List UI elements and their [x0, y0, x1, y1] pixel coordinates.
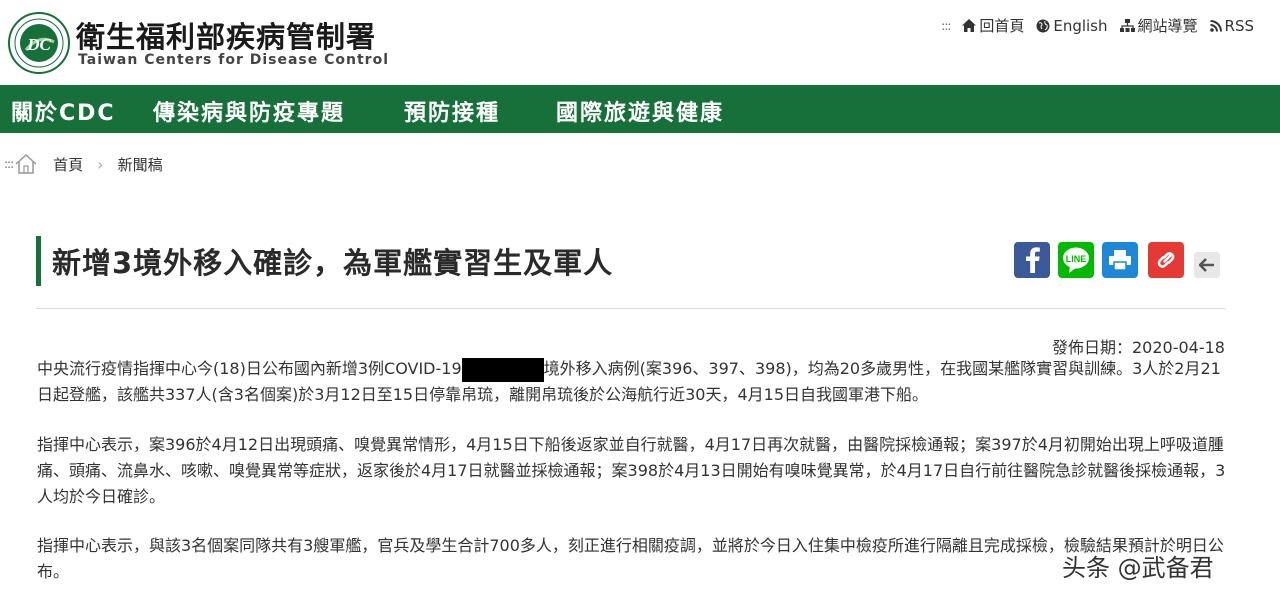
article-paragraph-1: 中央流行疫情指揮中心今(18)日公布國內新增3例COVID-19 境外移入病例(案… — [37, 356, 1227, 408]
nav-item-travel-health[interactable]: 國際旅遊與健康 — [556, 95, 724, 127]
site-header: DC 衛生福利部疾病管制署 Taiwan Centers for Disease… — [0, 0, 1280, 85]
home-link[interactable]: 回首頁 — [962, 15, 1024, 36]
link-icon — [1157, 252, 1175, 268]
sitemap-link-label: 網站導覽 — [1137, 17, 1198, 35]
article-paragraph-2: 指揮中心表示，案396於4月12日出現頭痛、嗅覺異常情形，4月15日下船後返家並… — [37, 435, 1226, 506]
nav-item-about-cdc[interactable]: 關於CDC — [11, 95, 116, 127]
breadcrumb: ::: 首頁 › 新聞稿 — [4, 152, 163, 176]
sitemap-link[interactable]: 網站導覽 — [1119, 15, 1198, 36]
rss-icon — [1209, 19, 1222, 32]
facebook-share-button[interactable] — [1014, 242, 1050, 278]
svg-text:DC: DC — [26, 35, 51, 54]
line-icon: LINE — [1063, 247, 1089, 273]
org-name-cn: 衛生福利部疾病管制署 — [76, 20, 377, 54]
back-button[interactable] — [1194, 252, 1220, 278]
arrow-left-icon — [1199, 258, 1214, 272]
home-outline-icon — [15, 154, 37, 174]
print-button[interactable] — [1102, 242, 1138, 278]
svg-text:LINE: LINE — [1066, 254, 1087, 264]
top-links: ::: 回首頁 English 網站導覽 RSS — [941, 15, 1254, 36]
english-link-label: English — [1053, 16, 1108, 35]
nav-item-vaccination[interactable]: 預防接種 — [404, 95, 500, 127]
home-icon — [962, 19, 977, 32]
print-icon — [1109, 250, 1131, 271]
facebook-icon — [1026, 247, 1040, 273]
rss-link[interactable]: RSS — [1209, 16, 1254, 35]
main-nav: 關於CDC 傳染病與防疫專題 預防接種 國際旅遊與健康 — [0, 85, 1280, 133]
title-accent-bar — [36, 236, 41, 286]
accesskey-dots[interactable]: ::: — [941, 19, 951, 33]
page-title: 新增3境外移入確診，為軍艦實習生及軍人 — [52, 246, 614, 280]
copy-link-button[interactable] — [1148, 242, 1184, 278]
breadcrumb-dots[interactable]: ::: — [4, 157, 14, 171]
publish-date: 發佈日期：2020-04-18 — [1052, 338, 1225, 357]
watermark: 头条 @武备君 — [1062, 554, 1214, 582]
breadcrumb-home[interactable]: 首頁 — [53, 154, 83, 175]
redaction-block — [461, 357, 544, 382]
line-share-button[interactable]: LINE — [1058, 242, 1094, 278]
breadcrumb-separator: › — [97, 154, 104, 174]
sitemap-icon — [1119, 19, 1135, 32]
breadcrumb-news[interactable]: 新聞稿 — [118, 154, 163, 175]
cdc-logo[interactable]: DC — [8, 12, 70, 74]
rss-link-label: RSS — [1224, 16, 1254, 35]
paragraph-1-start: 中央流行疫情指揮中心今(18)日公布國內新增3例COVID-19 — [37, 359, 462, 378]
globe-icon — [1036, 19, 1050, 32]
article-paragraph-3: 指揮中心表示，與該3名個案同隊共有3艘軍艦，官兵及學生合計700多人，刻正進行相… — [37, 536, 1224, 581]
home-link-label: 回首頁 — [979, 17, 1025, 35]
org-name-en: Taiwan Centers for Disease Control — [78, 52, 390, 68]
english-link[interactable]: English — [1036, 16, 1108, 35]
title-divider — [36, 308, 1226, 309]
nav-item-epidemic-topics[interactable]: 傳染病與防疫專題 — [153, 95, 345, 127]
